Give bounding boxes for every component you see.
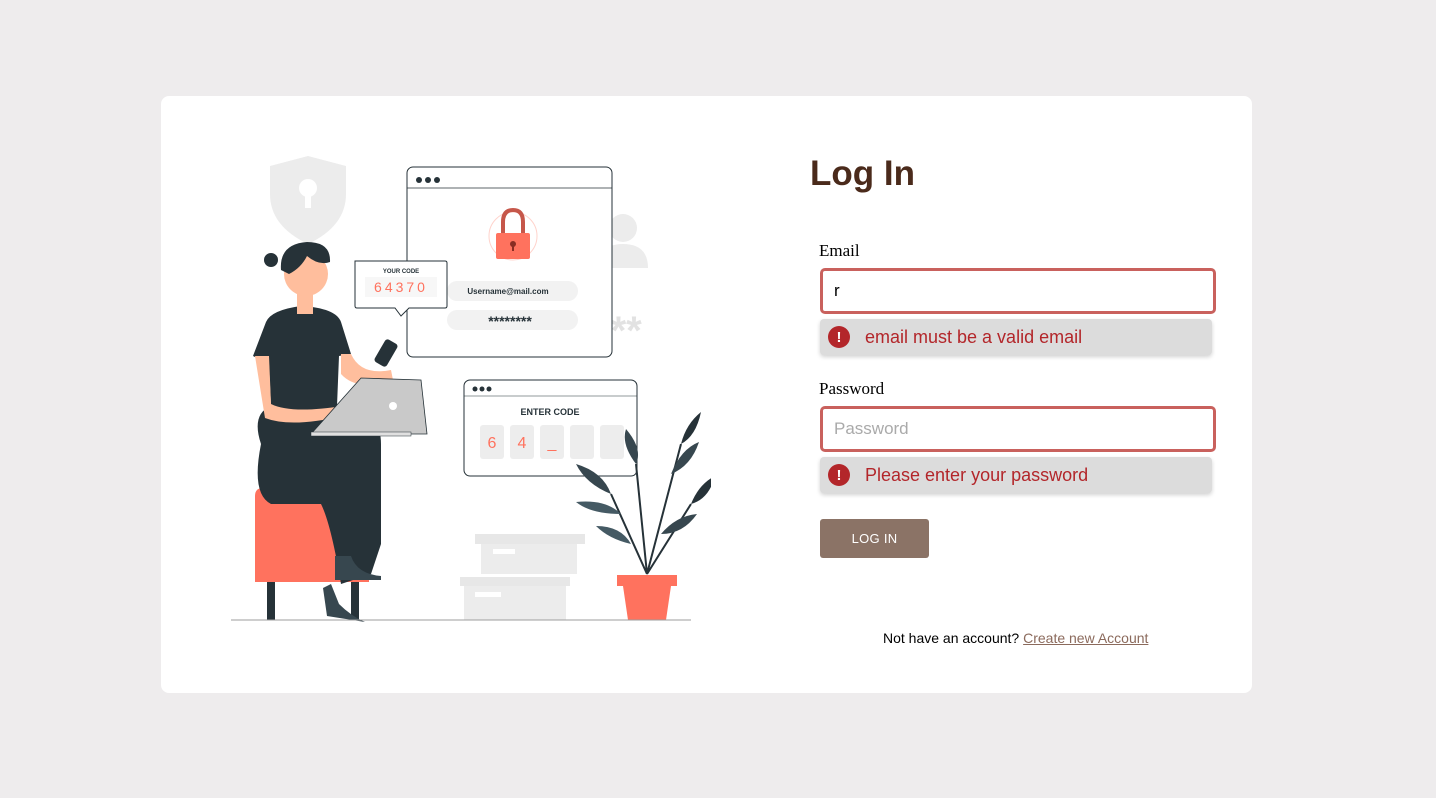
email-error-text: email must be a valid email [865,326,1083,347]
login-button[interactable]: LOG IN [820,519,929,558]
error-icon: ! [828,326,850,348]
your-code-value: 64370 [374,279,428,295]
shield-icon [270,156,346,244]
code-digit-2: 4 [518,435,527,452]
email-error-alert: ! email must be a valid email [820,319,1212,355]
boxes-graphic [460,534,585,620]
login-card: *** Username@mail.com ******** YOUR CODE [161,96,1252,693]
password-error-text: Please enter your password [865,464,1089,485]
create-account-link[interactable]: Create new Account [1023,630,1148,646]
your-code-bubble: YOUR CODE 64370 [354,260,448,317]
signup-prompt: Not have an account? [883,630,1020,646]
email-field[interactable] [820,268,1216,314]
enter-code-title: ENTER CODE [520,407,579,417]
password-error-alert: ! Please enter your password [820,457,1212,493]
error-icon: ! [828,464,850,486]
code-digit-3: _ [547,435,558,452]
your-code-title: YOUR CODE [383,269,419,275]
page-title: Log In [810,154,915,193]
login-form: Log In Email ! email must be a valid ema… [810,96,1230,693]
password-field[interactable] [820,406,1216,452]
enter-code-window-graphic: ENTER CODE 6 4 _ [463,379,638,477]
login-illustration: *** Username@mail.com ******** YOUR CODE [231,156,711,622]
password-mask-text: ******** [488,313,532,329]
username-text: Username@mail.com [467,287,548,296]
password-label: Password [819,379,885,398]
email-label: Email [819,241,860,260]
code-digit-1: 6 [488,435,497,452]
signup-row: Not have an account? Create new Account [883,630,1148,646]
